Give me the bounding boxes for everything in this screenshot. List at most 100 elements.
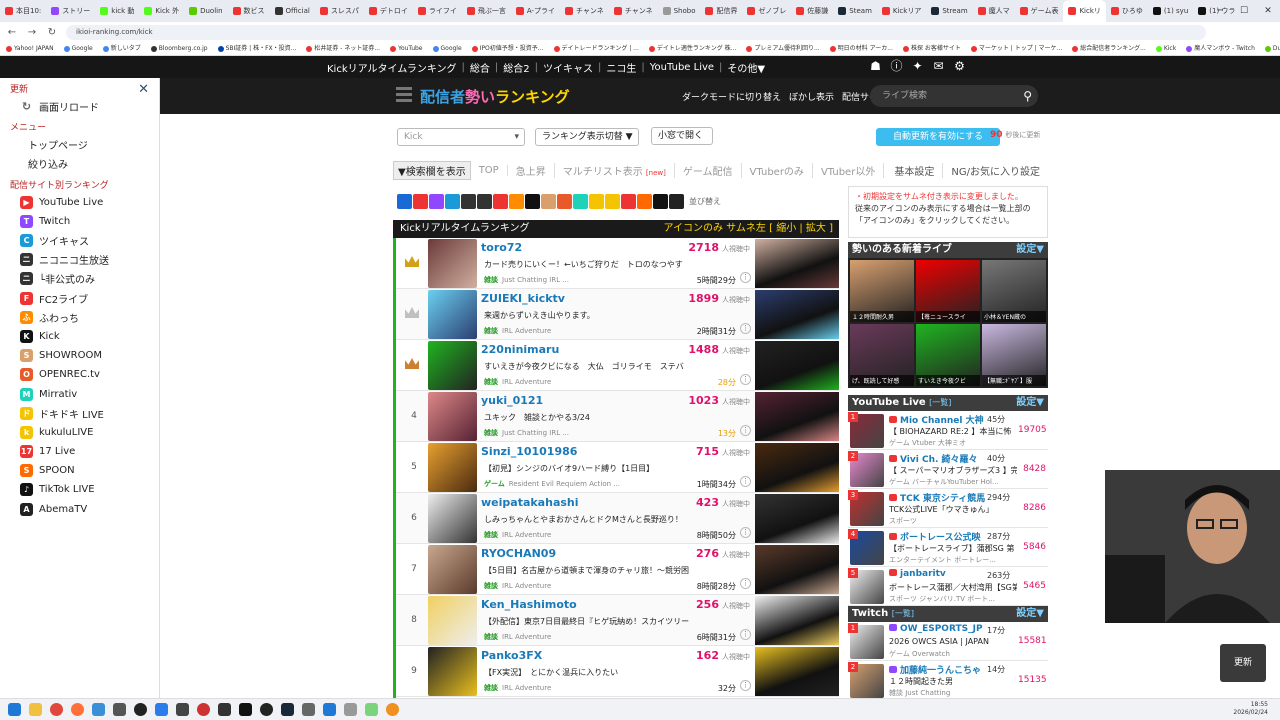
sidebar-item-filter[interactable]: 絞り込み	[0, 154, 159, 173]
site-nav-link[interactable]: ニコ生	[601, 60, 641, 75]
new-live-thumbnail[interactable]: 小林＆YEN蔵の	[982, 260, 1046, 322]
forward-icon[interactable]: →	[26, 27, 38, 38]
bookmark-item[interactable]: Bloomberg.co.jp	[150, 42, 208, 55]
tag-list[interactable]: IRL Adventure	[502, 531, 551, 539]
tag-list[interactable]: Resident Evil Requiem Action ...	[509, 480, 620, 488]
browser-tab[interactable]: 配信界	[700, 0, 742, 22]
minimize-icon[interactable]: ─	[1208, 0, 1232, 22]
mirrativ-filter-icon[interactable]	[573, 194, 588, 209]
stream-tags[interactable]: ゲーム バーチャルYouTuber Hol...	[889, 477, 1017, 487]
dark-mode-toggle[interactable]: ダークモードに切り替え	[682, 90, 781, 103]
browser-tab[interactable]: Official	[270, 0, 315, 22]
info-icon[interactable]: ⓘ	[889, 59, 904, 74]
filter-link[interactable]: 基本設定	[886, 162, 944, 178]
stream-title[interactable]: 【5日目】名古屋から道頓まで渾身のチャリ旅！〜競労困	[484, 565, 744, 576]
stream-thumbnail[interactable]	[755, 392, 839, 441]
streamer-name[interactable]: Ken_Hashimoto	[481, 598, 577, 611]
sort-label[interactable]: 並び替え	[689, 196, 721, 207]
bookmark-item[interactable]: 新しいタブ	[102, 42, 141, 55]
stream-tags[interactable]: ゲーム Vtuber 大神ミオ	[889, 438, 1017, 448]
windows-start-icon[interactable]	[8, 703, 21, 716]
site-nav-link[interactable]: 総合	[465, 60, 495, 75]
sidebar-item-site[interactable]: ふふわっち	[0, 308, 159, 327]
app-icon[interactable]	[344, 703, 357, 716]
user-icon[interactable]: ☗	[868, 59, 883, 74]
twitch-filter-icon[interactable]	[429, 194, 444, 209]
ranking-row[interactable]: 7 RYOCHAN09 276 人視聴中 【5日目】名古屋から道頓まで渾身のチャリ旅！〜…	[396, 544, 839, 595]
sidebar-item-top[interactable]: トップページ	[0, 135, 159, 154]
browser-tab[interactable]: 魔人マ	[973, 0, 1015, 22]
browser-tab[interactable]: Kickリア	[877, 0, 926, 22]
streamer-avatar[interactable]	[428, 647, 477, 696]
streamer-avatar[interactable]	[428, 341, 477, 390]
streamer-name[interactable]: RYOCHAN09	[481, 547, 556, 560]
stream-title[interactable]: 【FX実況】 とにかく温兵に入りたい	[484, 667, 744, 678]
back-icon[interactable]: ←	[6, 27, 18, 38]
browser-tab[interactable]: ライフイ	[413, 0, 462, 22]
stream-tags[interactable]: 雑談 Just Chatting	[889, 688, 1017, 698]
openrec-filter-icon[interactable]	[557, 194, 572, 209]
filter-link[interactable]: VTuber以外	[813, 162, 885, 178]
streamer-name[interactable]: toro72	[481, 241, 522, 254]
more-options-icon[interactable]: ⋮	[740, 680, 751, 691]
more-options-icon[interactable]: ⋮	[740, 323, 751, 334]
bookmark-item[interactable]: YouTube	[390, 42, 423, 55]
browser-tab[interactable]: Kickリ	[1063, 0, 1106, 22]
stream-tags[interactable]: スポーツ ジャンバリ.TV ボート...	[889, 594, 1017, 604]
side-ranking-row[interactable]: 1 OW_ESPORTS_JP 17分 2026 OWCS ASIA | JAPAN ゲ…	[848, 622, 1048, 661]
streamer-avatar[interactable]	[428, 494, 477, 543]
search-icon[interactable]: ⚲	[1023, 85, 1032, 107]
sidebar-item-site[interactable]: ドドキドキ LIVE	[0, 404, 159, 423]
open-small-window-select[interactable]: 小窓で開く	[651, 127, 713, 145]
streamer-name[interactable]: weipatakahashi	[481, 496, 579, 509]
streamer-name[interactable]: Sinzi_10101986	[481, 445, 577, 458]
sidebar-item-site[interactable]: S SHOWROOM	[0, 346, 159, 365]
sidebar-item-site[interactable]: A AbemaTV	[0, 500, 159, 519]
reload-icon[interactable]: ↻	[46, 27, 58, 38]
stream-thumbnail[interactable]	[755, 596, 839, 645]
app-icon[interactable]	[323, 703, 336, 716]
hamburger-menu-icon[interactable]	[396, 87, 412, 103]
app-icon[interactable]	[239, 703, 252, 716]
terminal-icon[interactable]	[218, 703, 231, 716]
browser-tab[interactable]: ストリー	[46, 0, 95, 22]
more-options-icon[interactable]: ⋮	[740, 272, 751, 283]
gear-icon[interactable]: ⚙	[952, 59, 967, 74]
sidebar-item-site[interactable]: ♪ TikTok LIVE	[0, 480, 159, 499]
stream-thumbnail[interactable]	[755, 443, 839, 492]
stream-title[interactable]: しみっちゃんとやまおかさんとドクMさんと長野巡り！	[484, 514, 744, 525]
obs-icon[interactable]	[134, 703, 147, 716]
bookmark-item[interactable]: デイトレ適性ランキング 株...	[648, 42, 736, 55]
url-input[interactable]: ikioi-ranking.com/kick	[66, 24, 1206, 40]
twitch-all-link[interactable]: [一覧]	[892, 609, 914, 618]
browser-tab[interactable]: (1) syu	[1148, 0, 1193, 22]
stream-tags[interactable]: エンターテイメント ボートレー...	[889, 555, 1017, 565]
streamer-name[interactable]: 220ninimaru	[481, 343, 559, 356]
kick-filter-icon[interactable]	[525, 194, 540, 209]
stream-thumbnail[interactable]	[755, 647, 839, 696]
bookmark-item[interactable]: Google	[432, 42, 462, 55]
tag-list[interactable]: Just Chatting IRL ...	[502, 276, 569, 284]
app-icon[interactable]	[386, 703, 399, 716]
twitcasting-filter-icon[interactable]	[445, 194, 460, 209]
stream-title[interactable]: 【 スーパーマリオブラザーズ3 】完	[889, 465, 1017, 476]
stream-thumbnail[interactable]	[755, 239, 839, 288]
tag-list[interactable]: IRL Adventure	[502, 633, 551, 641]
channel-name[interactable]: Mio Channel 大神	[889, 413, 1029, 426]
side-ranking-row[interactable]: 5 janbaritv 263分 ボートレース蒲郡／大村湾用【SG第 スポーツ ジャンバ…	[848, 567, 1048, 606]
new-live-settings[interactable]: 設定▼	[1016, 242, 1044, 258]
more-options-icon[interactable]: ⋮	[740, 527, 751, 538]
update-button[interactable]: 更新	[1220, 644, 1266, 682]
stream-title[interactable]: ボートレース蒲郡／大村湾用【SG第	[889, 582, 1017, 593]
close-icon[interactable]: ✕	[138, 82, 149, 97]
filter-link[interactable]: TOP	[471, 164, 508, 176]
app-icon[interactable]	[197, 703, 210, 716]
new-live-thumbnail[interactable]: １２時間耐久男	[850, 260, 914, 322]
filter-link[interactable]: ▼検索欄を表示	[393, 160, 471, 180]
stream-thumbnail[interactable]	[755, 290, 839, 339]
browser-tab[interactable]: チャンネ	[560, 0, 609, 22]
tag-list[interactable]: IRL Adventure	[502, 582, 551, 590]
stream-thumbnail[interactable]	[755, 494, 839, 543]
browser-tab[interactable]: Shobo	[658, 0, 701, 22]
folder-icon[interactable]	[29, 703, 42, 716]
